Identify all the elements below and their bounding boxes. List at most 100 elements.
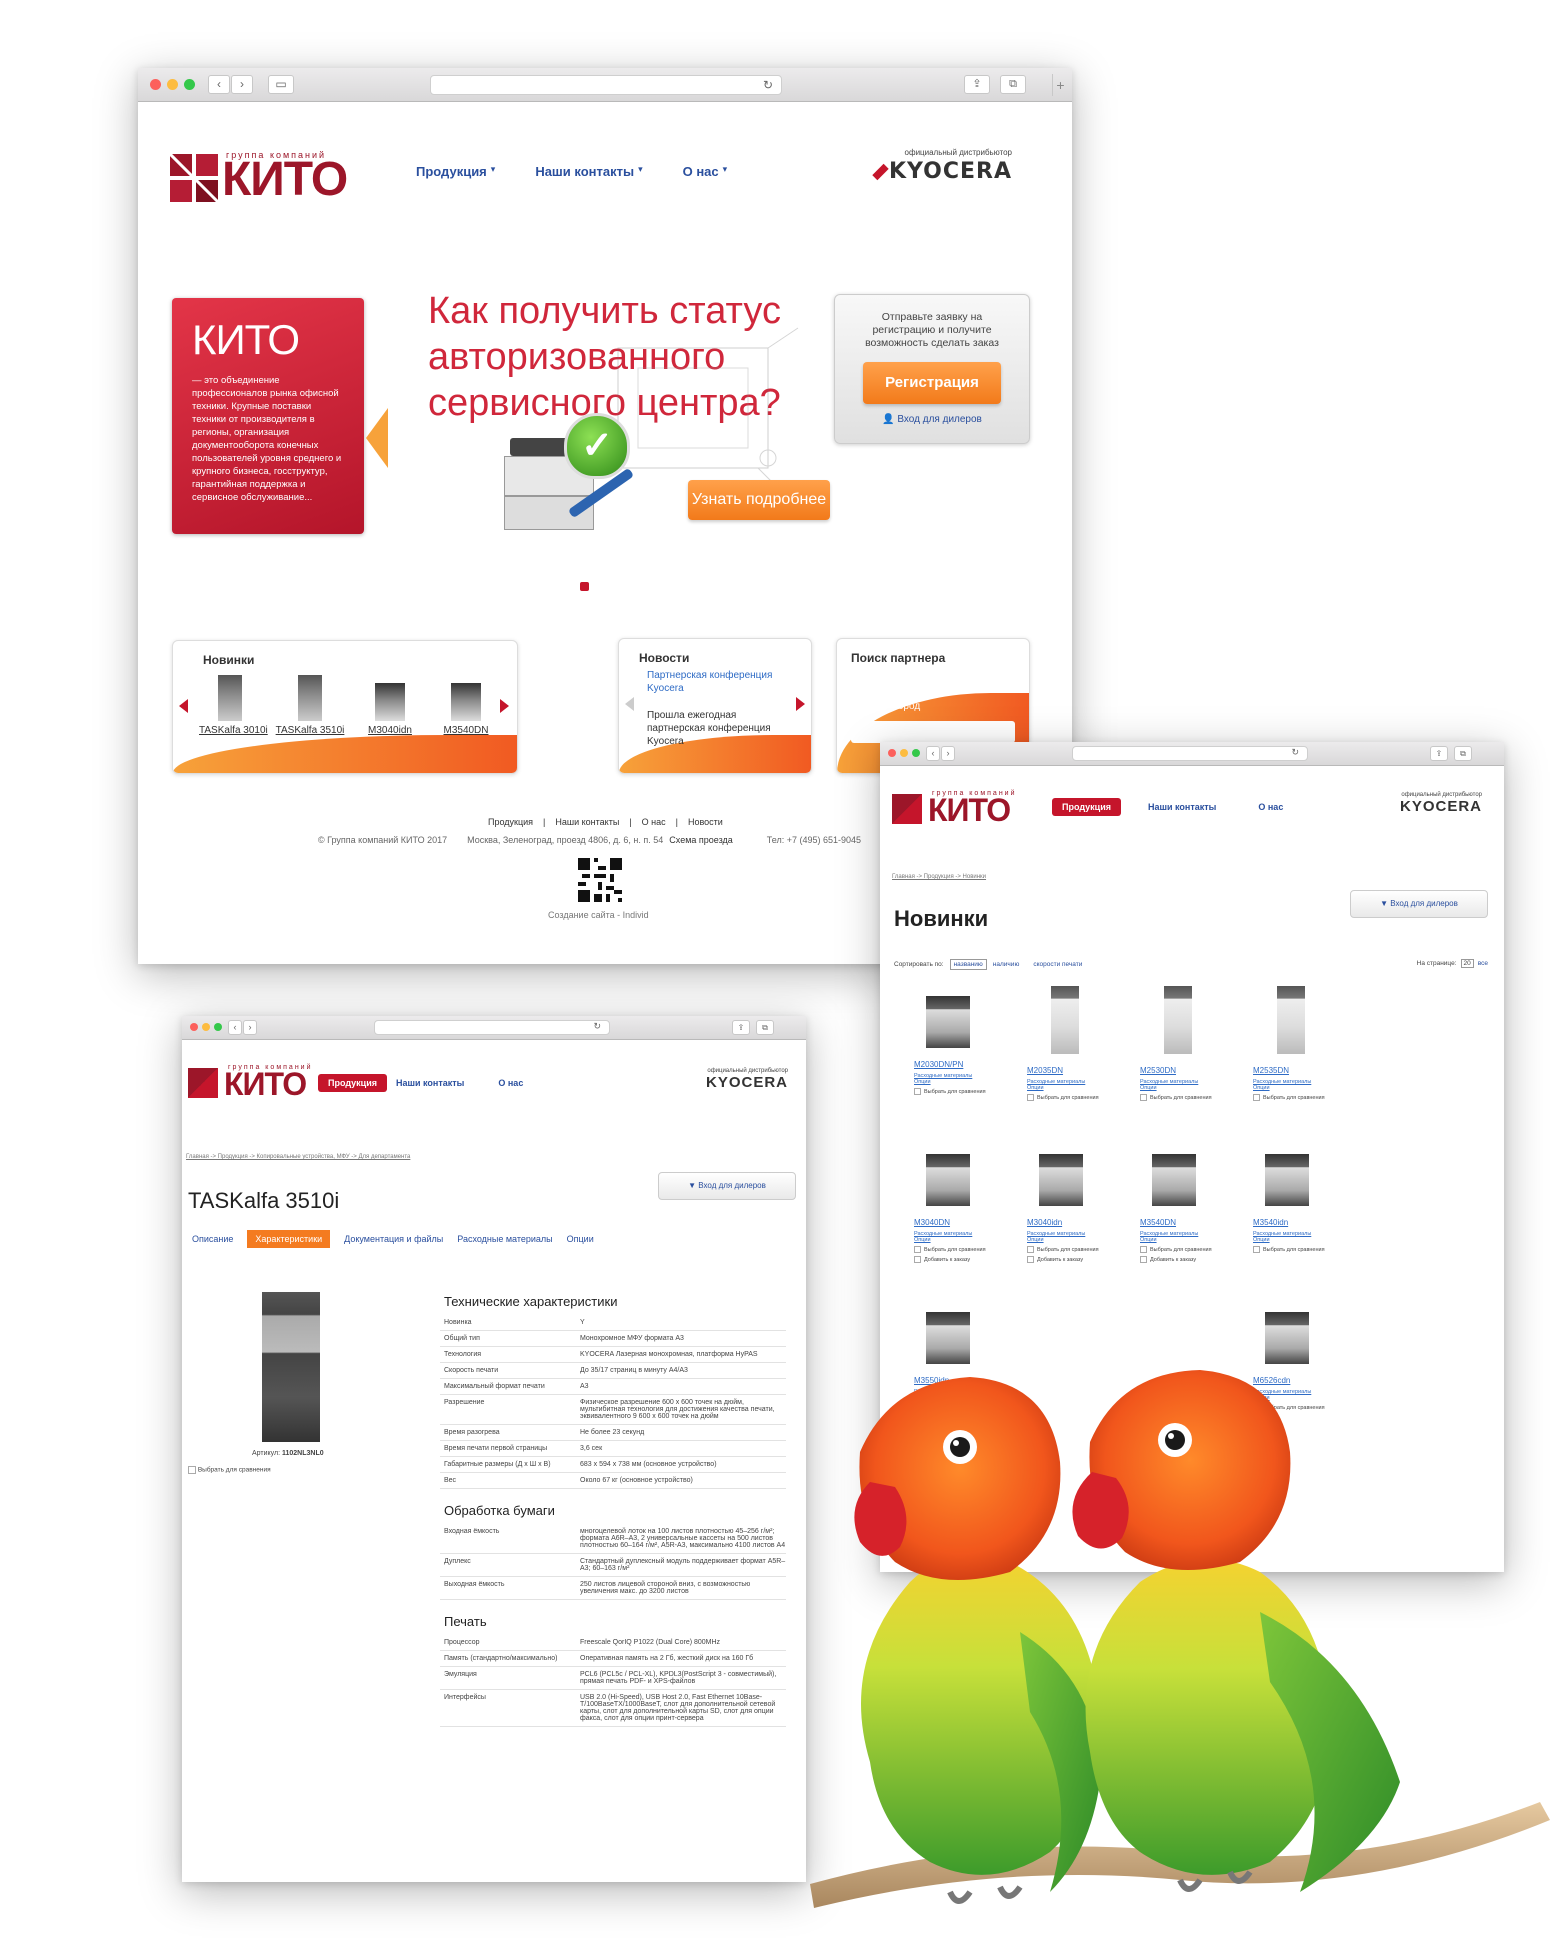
add-order-row[interactable]: Добавить к заказу [1027,1256,1127,1263]
options-link[interactable]: Опции [1140,1237,1240,1243]
menu-contacts[interactable]: Наши контакты [396,1078,464,1088]
novelty-link[interactable]: M3540DN [435,725,497,736]
menu-about[interactable]: О нас [1258,802,1283,812]
reload-icon[interactable]: ↻ [763,78,773,92]
share-icon[interactable]: ⇪ [1430,746,1448,761]
options-link[interactable]: Опции [1253,1085,1353,1091]
zoom-window-icon[interactable] [184,79,195,90]
compare-row[interactable]: Выбрать для сравнения [914,1088,1014,1095]
printer-thumb-icon[interactable] [1164,986,1192,1054]
footer-link[interactable]: Новости [688,817,723,827]
tab-docs[interactable]: Документация и файлы [344,1234,443,1244]
novelty-item[interactable]: TASKalfa 3510i [275,675,345,736]
news-link[interactable]: Партнерская конференция Kyocera [647,669,787,695]
novelties-prev-icon[interactable] [179,699,188,713]
novelty-link[interactable]: M3040idn [359,725,421,736]
printer-thumb-icon[interactable] [1152,1154,1196,1206]
back-icon[interactable]: ‹ [208,75,230,94]
product-link[interactable]: M2535DN [1253,1066,1353,1075]
tabs-icon[interactable]: ⧉ [1454,746,1472,761]
minimize-window-icon[interactable] [202,1023,210,1031]
close-window-icon[interactable] [150,79,161,90]
per-page-input[interactable]: 20 [1460,959,1474,968]
forward-icon[interactable]: › [231,75,253,94]
menu-about[interactable]: О нас [498,1078,523,1088]
compare-row[interactable]: Выбрать для сравнения [914,1246,1014,1253]
checkbox[interactable] [1027,1094,1034,1101]
share-icon[interactable]: ⇪ [964,75,990,94]
options-link[interactable]: Опции [914,1079,1014,1085]
sort-option-speed[interactable]: скорости печати [1033,961,1082,968]
checkbox[interactable] [914,1088,921,1095]
product-link[interactable]: M3040idn [1027,1218,1127,1227]
sidebar-icon[interactable]: ▭ [268,75,294,94]
address-bar[interactable]: ↻ [1072,746,1308,761]
sort-option-name[interactable]: названию [949,959,987,970]
compare-row[interactable]: Выбрать для сравнения [1027,1246,1127,1253]
product-link[interactable]: M2035DN [1027,1066,1127,1075]
dealer-login-button[interactable]: ▼ Вход для дилеров [1350,890,1488,918]
city-input[interactable] [851,721,1015,743]
reload-icon[interactable]: ↻ [1291,747,1299,758]
compare-row[interactable]: Выбрать для сравнения [1140,1094,1240,1101]
news-prev-icon[interactable] [625,697,634,711]
checkbox[interactable] [1140,1094,1147,1101]
novelty-item[interactable]: TASKalfa 3010i [199,675,268,736]
checkbox[interactable] [914,1256,921,1263]
product-link[interactable]: M3540DN [1140,1218,1240,1227]
printer-thumb-icon[interactable] [1039,1154,1083,1206]
per-page-all[interactable]: все [1478,960,1488,967]
footer-map-link[interactable]: Схема проезда [669,835,732,845]
printer-thumb-icon[interactable] [1051,986,1079,1054]
options-link[interactable]: Опции [914,1237,1014,1243]
forward-icon[interactable]: › [941,746,955,761]
compare-row[interactable]: Выбрать для сравнения [1253,1094,1353,1101]
menu-products-active[interactable]: Продукция [318,1074,387,1092]
compare-row[interactable]: Выбрать для сравнения [188,1466,271,1474]
compare-row[interactable]: Выбрать для сравнения [1253,1246,1353,1253]
printer-thumb-icon[interactable] [1265,1154,1309,1206]
back-icon[interactable]: ‹ [926,746,940,761]
checkbox[interactable] [1253,1094,1260,1101]
address-bar[interactable]: ↻ [374,1020,610,1035]
printer-thumb-icon[interactable] [926,1154,970,1206]
options-link[interactable]: Опции [1027,1237,1127,1243]
register-button[interactable]: Регистрация [863,362,1001,404]
checkbox[interactable] [1140,1246,1147,1253]
news-next-icon[interactable] [796,697,805,711]
menu-contacts[interactable]: Наши контакты [535,164,634,179]
new-tab-icon[interactable]: + [1052,74,1068,96]
tab-options[interactable]: Опции [567,1234,594,1244]
breadcrumb[interactable]: Главная -> Продукция -> Копировальные ус… [186,1154,410,1160]
footer-link[interactable]: Наши контакты [555,817,619,827]
breadcrumb[interactable]: Главная -> Продукция -> Новинки [892,874,986,880]
printer-thumb-icon[interactable] [1277,986,1305,1054]
product-link[interactable]: M2030DN/PN [914,1060,1014,1069]
menu-products[interactable]: Продукция [416,164,487,179]
dealer-login-button[interactable]: ▼ Вход для дилеров [658,1172,796,1200]
checkbox[interactable] [1027,1246,1034,1253]
tabs-icon[interactable]: ⧉ [1000,75,1026,94]
minimize-window-icon[interactable] [167,79,178,90]
menu-contacts[interactable]: Наши контакты [1148,802,1216,812]
sort-option-stock[interactable]: наличию [993,961,1020,968]
compare-row[interactable]: Выбрать для сравнения [1140,1246,1240,1253]
address-bar[interactable]: ↻ [430,75,782,95]
tab-consumables[interactable]: Расходные материалы [457,1234,552,1244]
dealer-login-link[interactable]: Вход для дилеров [897,414,982,425]
checkbox[interactable] [1027,1256,1034,1263]
tab-description[interactable]: Описание [192,1234,233,1244]
add-order-row[interactable]: Добавить к заказу [1140,1256,1240,1263]
add-order-row[interactable]: Добавить к заказу [914,1256,1014,1263]
minimize-window-icon[interactable] [900,749,908,757]
options-link[interactable]: Опции [1140,1085,1240,1091]
checkbox[interactable] [188,1466,196,1474]
zoom-window-icon[interactable] [912,749,920,757]
novelty-link[interactable]: TASKalfa 3510i [275,725,345,736]
tab-specs[interactable]: Характеристики [247,1230,331,1248]
novelty-item[interactable]: M3540DN [435,675,497,736]
menu-about[interactable]: О нас [683,164,719,179]
close-window-icon[interactable] [190,1023,198,1031]
back-icon[interactable]: ‹ [228,1020,242,1035]
novelties-next-icon[interactable] [500,699,509,713]
